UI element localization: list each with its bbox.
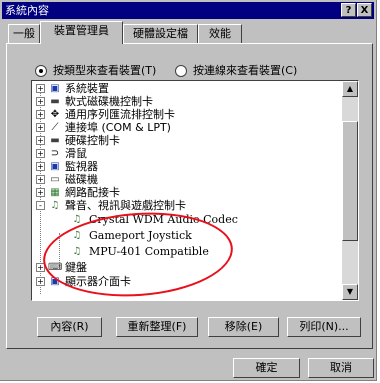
tree-item-label: 滑鼠 <box>65 147 87 160</box>
refresh-button[interactable]: 重新整理(F) <box>116 317 198 337</box>
tree-item-label: 網路配接卡 <box>65 186 120 199</box>
tree-item-mouse[interactable]: + ⊃ 滑鼠 <box>32 147 342 160</box>
disk-drive-icon: ▭ <box>50 174 60 185</box>
expand-icon[interactable]: + <box>36 263 45 272</box>
tree-item-keyboard[interactable]: + ⌨ 鍵盤 <box>32 261 342 274</box>
tree-item-network-adapters[interactable]: + ▦ 網路配接卡 <box>32 186 342 199</box>
expand-icon[interactable]: + <box>36 123 45 132</box>
tree-item-label: 軟式磁碟機控制卡 <box>65 95 153 108</box>
view-by-type-label: 按類型來查看裝置(T) <box>53 64 157 77</box>
tree-item-disk-drives[interactable]: + ▭ 磁碟機 <box>32 173 342 186</box>
ok-button[interactable]: 確定 <box>233 358 300 378</box>
tree-item-label: 磁碟機 <box>65 173 98 186</box>
window-title: 系統內容 <box>5 4 49 17</box>
tree-item-sound-video-game[interactable]: - ♫ 聲音、視訊與遊戲控制卡 <box>32 199 342 212</box>
scroll-down-icon[interactable]: ▼ <box>342 284 358 300</box>
view-by-connection-option[interactable]: 按連線來查看裝置(C) <box>175 64 297 78</box>
monitor-icon: ▣ <box>50 161 60 172</box>
port-icon: ⟋ <box>51 122 59 133</box>
properties-button[interactable]: 內容(R) <box>37 317 102 337</box>
tree-item-ports[interactable]: + ⟋ 連接埠 (COM & LPT) <box>32 121 342 134</box>
sound-device-icon: ♫ <box>72 214 82 225</box>
scroll-up-icon[interactable]: ▲ <box>342 81 358 97</box>
title-bar: 系統內容 ? X <box>2 2 374 19</box>
radio-checked-icon[interactable] <box>35 65 47 77</box>
network-card-icon: ▦ <box>50 187 60 198</box>
tree-item-monitors[interactable]: + ▣ 監視器 <box>32 160 342 173</box>
expand-icon[interactable]: + <box>36 110 45 119</box>
tree-child-crystal-wdm[interactable]: ♫ Crystal WDM Audio Codec <box>32 213 342 226</box>
sound-device-icon: ♫ <box>72 246 82 257</box>
display-adapter-icon: ▣ <box>50 276 60 287</box>
expand-icon[interactable]: + <box>36 188 45 197</box>
disk-controller-icon: ▬ <box>50 135 60 146</box>
tree-item-label: 系統裝置 <box>65 82 109 95</box>
tree-child-label: Crystal WDM Audio Codec <box>89 213 238 226</box>
tree-item-display-adapters[interactable]: + ▣ 顯示器介面卡 <box>32 275 342 288</box>
expand-icon[interactable]: + <box>36 149 45 158</box>
remove-button[interactable]: 移除(E) <box>208 317 279 337</box>
device-tree[interactable]: + ▣ 系統裝置 + ▬ 軟式磁碟機控制卡 + ✥ 通用序列匯流排控制卡 + ⟋… <box>31 80 359 301</box>
view-by-connection-label: 按連線來查看裝置(C) <box>193 64 298 77</box>
help-button[interactable]: ? <box>341 3 356 17</box>
close-button[interactable]: X <box>357 3 372 17</box>
tree-item-label: 聲音、視訊與遊戲控制卡 <box>65 199 186 212</box>
expand-icon[interactable]: + <box>36 162 45 171</box>
tree-item-usb-controllers[interactable]: + ✥ 通用序列匯流排控制卡 <box>32 108 342 121</box>
tree-child-gameport-joystick[interactable]: ♫ Gameport Joystick <box>32 229 342 242</box>
mouse-icon: ⊃ <box>50 148 60 159</box>
cancel-button[interactable]: 取消 <box>308 358 374 378</box>
expand-icon[interactable]: + <box>36 84 45 93</box>
tree-item-label: 通用序列匯流排控制卡 <box>65 108 175 121</box>
tree-child-mpu401[interactable]: ♫ MPU-401 Compatible <box>32 245 342 258</box>
expand-icon[interactable]: + <box>36 136 45 145</box>
tab-performance[interactable]: 效能 <box>198 24 242 43</box>
keyboard-icon: ⌨ <box>48 262 63 273</box>
radio-unchecked-icon[interactable] <box>175 65 187 77</box>
expand-icon[interactable]: + <box>36 175 45 184</box>
tree-item-system-devices[interactable]: + ▣ 系統裝置 <box>32 82 342 95</box>
expand-icon[interactable]: + <box>36 277 45 286</box>
tree-item-label: 顯示器介面卡 <box>65 275 131 288</box>
computer-icon: ▣ <box>50 83 60 94</box>
scroll-thumb[interactable] <box>342 121 358 241</box>
tree-child-label: Gameport Joystick <box>89 229 192 242</box>
vertical-scrollbar[interactable]: ▲ ▼ <box>342 81 358 300</box>
tree-item-floppy-controllers[interactable]: + ▬ 軟式磁碟機控制卡 <box>32 95 342 108</box>
view-by-type-option[interactable]: 按類型來查看裝置(T) <box>35 64 156 78</box>
tree-item-disk-controllers[interactable]: + ▬ 硬碟控制卡 <box>32 134 342 147</box>
tree-item-label: 硬碟控制卡 <box>65 134 120 147</box>
tree-item-label: 監視器 <box>65 160 98 173</box>
system-properties-window: 系統內容 ? X 一般 裝置管理員 硬體設定檔 效能 按類型來查看裝置(T) 按… <box>0 0 377 381</box>
expand-icon[interactable]: + <box>36 97 45 106</box>
collapse-icon[interactable]: - <box>36 201 45 210</box>
sound-device-icon: ♫ <box>72 230 82 241</box>
tree-item-label: 連接埠 (COM & LPT) <box>65 121 171 134</box>
sound-icon: ♫ <box>50 200 60 211</box>
tab-general[interactable]: 一般 <box>8 24 40 43</box>
usb-icon: ✥ <box>50 109 60 120</box>
tab-device-manager[interactable]: 裝置管理員 <box>40 21 123 44</box>
floppy-controller-icon: ▬ <box>50 96 60 107</box>
tab-hardware-profiles[interactable]: 硬體設定檔 <box>123 24 198 43</box>
tree-item-label: 鍵盤 <box>65 261 87 274</box>
print-button[interactable]: 列印(N)... <box>287 317 361 337</box>
tree-child-label: MPU-401 Compatible <box>89 245 209 258</box>
